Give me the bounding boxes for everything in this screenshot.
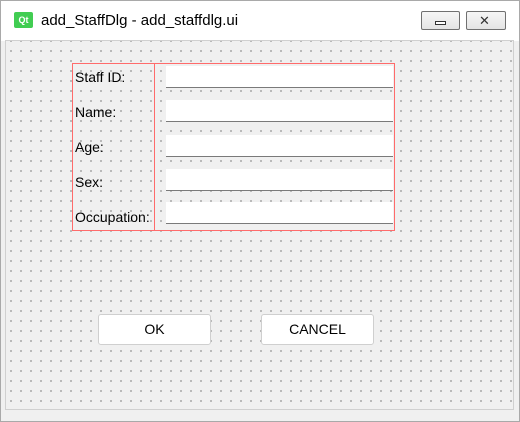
sex-label: Sex: — [75, 174, 104, 190]
age-input[interactable] — [166, 135, 393, 157]
occupation-input[interactable] — [166, 202, 393, 224]
staff-id-label: Staff ID: — [75, 69, 126, 85]
name-input[interactable] — [166, 100, 393, 122]
minimize-button[interactable] — [421, 11, 460, 30]
cancel-button[interactable]: CANCEL — [261, 314, 374, 345]
name-label: Name: — [75, 104, 117, 120]
window-title: add_StaffDlg - add_staffdlg.ui — [41, 12, 239, 29]
occupation-label: Occupation: — [75, 209, 150, 225]
title-bar[interactable]: Qt add_StaffDlg - add_staffdlg.ui ✕ — [1, 1, 519, 41]
qt-logo-icon: Qt — [14, 12, 33, 28]
close-icon: ✕ — [479, 13, 490, 28]
ok-button[interactable]: OK — [98, 314, 211, 345]
staff-id-input[interactable] — [166, 66, 393, 88]
minimize-icon — [435, 21, 446, 25]
close-button[interactable]: ✕ — [466, 11, 506, 30]
age-label: Age: — [75, 139, 104, 155]
sex-input[interactable] — [166, 169, 393, 191]
